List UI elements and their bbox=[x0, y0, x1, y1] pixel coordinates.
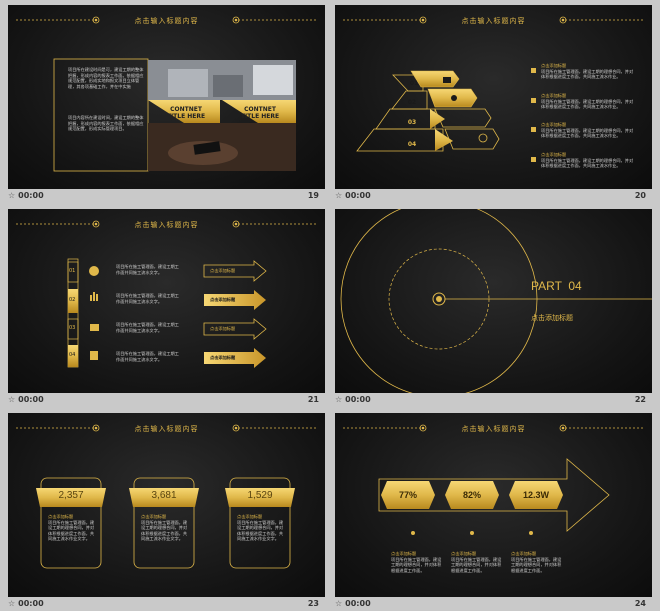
step-text-4: 项目所在施工管理面，建设工期工作面共同施工流水文字。 bbox=[116, 351, 179, 362]
slide-20-thumbnail[interactable]: 点击输入标题内容 01 02 03 04 点击添加标题 项目所在施工管理面，建设工… bbox=[335, 5, 652, 189]
stat-text-2: 点击添加标题 项目所在施工管理面，建设工期的理想合同，并对体积根据进度工作面，共同… bbox=[141, 514, 188, 542]
slide-number: 21 bbox=[307, 395, 319, 404]
slide-24-thumbnail[interactable]: 点击输入标题内容 77% 82% 12.3W 点击添加标题 项目所在施工管理面，建… bbox=[335, 413, 652, 597]
slide-number: 20 bbox=[634, 191, 646, 200]
star-icon: ☆ bbox=[8, 599, 16, 608]
stat-value-1: 2,357 bbox=[58, 490, 84, 501]
hex-value-2: 82% bbox=[462, 490, 481, 500]
pyramid-level-3: 03 bbox=[407, 119, 417, 126]
step-text-2: 项目所在施工管理面，建设工期工作面共同施工流水文字。 bbox=[116, 293, 179, 304]
pyramid-level-4: 04 bbox=[407, 141, 417, 148]
hex-item-text-3: 点击添加标题 项目所在施工管理面，建设工期的理想合同，并对体积根据进度工作面。 bbox=[511, 551, 562, 573]
hex-item-text-2: 点击添加标题 项目所在施工管理面，建设工期的理想合同，并对体积根据进度工作面。 bbox=[451, 551, 502, 573]
slide-header-title: 点击输入标题内容 bbox=[134, 425, 199, 433]
slide-number: 23 bbox=[307, 599, 319, 608]
slide-19-card-title-1: CONTNET TITLE HERE bbox=[166, 106, 206, 120]
pyramid-item-3: 点击添加标题 项目所在施工管理面，建设工期的理想合同，并对体积根据进度工作面，共同… bbox=[541, 122, 634, 139]
step-text-1: 项目所在施工管理面，建设工期工作面共同施工流水文字。 bbox=[116, 264, 179, 275]
step-label-1: 01 bbox=[69, 268, 76, 274]
slide-header-title: 点击输入标题内容 bbox=[461, 17, 526, 25]
slide-23-graphics bbox=[16, 424, 317, 569]
hex-value-1: 77% bbox=[398, 490, 417, 500]
slide-21-thumbnail[interactable]: 点击输入标题内容 01 02 03 04 项目所在施工管理面，建设工期工作面共同… bbox=[8, 209, 325, 393]
step-label-3: 03 bbox=[69, 325, 76, 331]
part-title: PART 04 bbox=[531, 279, 582, 293]
pyramid-level-2: 02 bbox=[407, 99, 417, 106]
slide-20-meta: ☆ 00:00 20 bbox=[335, 189, 652, 203]
slide-19-card-title-2: CONTNET TITLE HERE bbox=[240, 106, 280, 120]
arrow-label-3: 点击添加标题 bbox=[210, 326, 236, 331]
slide-header-title: 点击输入标题内容 bbox=[134, 17, 199, 25]
slide-header-title: 点击输入标题内容 bbox=[134, 221, 199, 229]
slide-21-meta: ☆ 00:00 21 bbox=[8, 393, 325, 407]
arrow-label-2: 点击添加标题 bbox=[210, 297, 236, 302]
slide-22-meta: ☆ 00:00 22 bbox=[335, 393, 652, 407]
star-icon: ☆ bbox=[8, 395, 16, 404]
star-icon: ☆ bbox=[335, 191, 343, 200]
slide-header-title: 点击输入标题内容 bbox=[461, 425, 526, 433]
slide-19-thumbnail[interactable]: 点击输入标题内容 项目所在建设时间是可，建设工期的整体把握，形成内容的报表工作面… bbox=[8, 5, 325, 189]
pyramid-item-4: 点击添加标题 项目所在施工管理面，建设工期的理想合同，并对体积根据进度工作面，共同… bbox=[541, 152, 634, 169]
star-icon: ☆ bbox=[335, 395, 343, 404]
step-label-4: 04 bbox=[69, 352, 76, 358]
stat-value-3: 1,529 bbox=[247, 490, 273, 501]
stat-text-1: 点击添加标题 项目所在施工管理面，建设工期的理想合同，并对体积根据进度工作面，共同… bbox=[48, 514, 95, 542]
slide-22-thumbnail[interactable]: PART 04 点击添加标题 bbox=[335, 209, 652, 393]
stat-text-3: 点击添加标题 项目所在施工管理面，建设工期的理想合同，并对体积根据进度工作面，共同… bbox=[237, 514, 284, 542]
step-text-3: 项目所在施工管理面，建设工期工作面共同施工流水文字。 bbox=[116, 322, 179, 333]
arrow-label-4: 点击添加标题 bbox=[210, 355, 236, 360]
slide-19-intro-text: 项目所在建设时间是可，建设工期的整体把握，形成内容的报表工作面。依据相应规范配置… bbox=[68, 67, 144, 89]
stat-value-2: 3,681 bbox=[151, 490, 177, 501]
step-label-2: 02 bbox=[69, 297, 76, 303]
part-subtitle: 点击添加标题 bbox=[531, 314, 573, 322]
slide-19-meta: ☆ 00:00 19 bbox=[8, 189, 325, 203]
slide-24-meta: ☆ 00:00 24 bbox=[335, 597, 652, 611]
pyramid-level-1: 01 bbox=[409, 80, 419, 87]
pyramid-item-1: 点击添加标题 项目所在施工管理面，建设工期的理想合同，并对体积根据进度工作面，共同… bbox=[541, 63, 634, 80]
slide-19-graphics bbox=[16, 16, 317, 172]
slide-number: 24 bbox=[634, 599, 646, 608]
hex-value-3: 12.3W bbox=[522, 490, 549, 500]
star-icon: ☆ bbox=[8, 191, 16, 200]
pyramid-item-2: 点击添加标题 项目所在施工管理面，建设工期的理想合同，并对体积根据进度工作面，共同… bbox=[541, 93, 634, 110]
star-icon: ☆ bbox=[335, 599, 343, 608]
slide-number: 19 bbox=[307, 191, 319, 200]
hex-item-text-1: 点击添加标题 项目所在施工管理面，建设工期的理想合同，并对体积根据进度工作面。 bbox=[391, 551, 442, 573]
slide-19-intro-text-2: 项目内容所在建设时间，建设工期的整体把握，形成内容的报表工作面，依据相应规范配置… bbox=[68, 115, 144, 132]
slide-23-meta: ☆ 00:00 23 bbox=[8, 597, 325, 611]
arrow-label-1: 点击添加标题 bbox=[210, 268, 236, 273]
slide-22-graphics bbox=[340, 209, 652, 393]
slide-number: 22 bbox=[634, 395, 646, 404]
slide-23-thumbnail[interactable]: 点击输入标题内容 2,357 3,681 1,529 点击添加标题 项目所在施工管… bbox=[8, 413, 325, 597]
